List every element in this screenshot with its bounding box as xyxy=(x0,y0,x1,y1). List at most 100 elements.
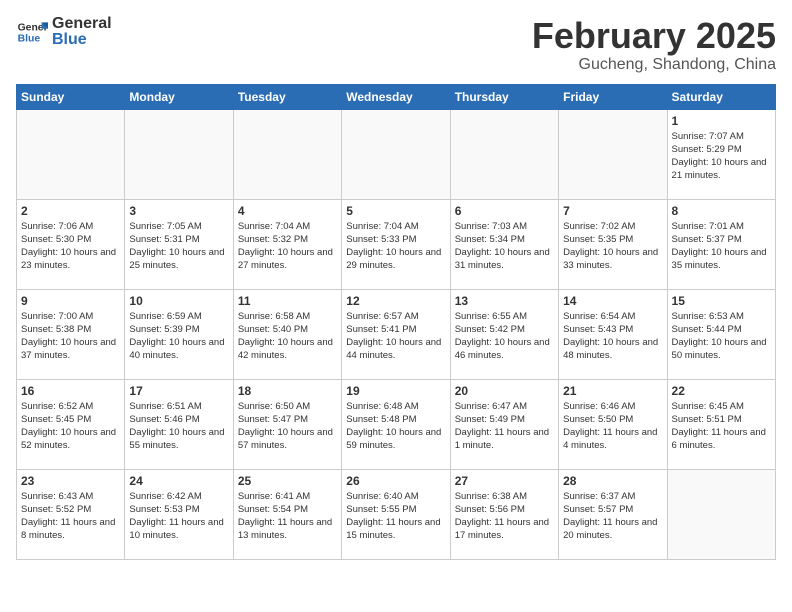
day-number: 16 xyxy=(21,384,120,398)
day-info: Sunrise: 6:52 AM Sunset: 5:45 PM Dayligh… xyxy=(21,400,120,453)
weekday-header-wednesday: Wednesday xyxy=(342,84,450,109)
calendar-cell: 11 Sunrise: 6:58 AM Sunset: 5:40 PM Dayli… xyxy=(233,289,341,379)
day-number: 6 xyxy=(455,204,554,218)
weekday-header-tuesday: Tuesday xyxy=(233,84,341,109)
day-number: 26 xyxy=(346,474,445,488)
calendar-cell: 13 Sunrise: 6:55 AM Sunset: 5:42 PM Dayli… xyxy=(450,289,558,379)
calendar-cell: 12Sunrise: 6:57 AM Sunset: 5:41 PM Dayli… xyxy=(342,289,450,379)
weekday-header-sunday: Sunday xyxy=(17,84,125,109)
calendar-cell: 20Sunrise: 6:47 AM Sunset: 5:49 PM Dayli… xyxy=(450,379,558,469)
day-number: 4 xyxy=(238,204,337,218)
day-info: Sunrise: 6:41 AM Sunset: 5:54 PM Dayligh… xyxy=(238,490,337,543)
calendar-cell: 26 Sunrise: 6:40 AM Sunset: 5:55 PM Dayli… xyxy=(342,469,450,559)
day-number: 15 xyxy=(672,294,771,308)
day-info: Sunrise: 7:03 AM Sunset: 5:34 PM Dayligh… xyxy=(455,220,554,273)
day-info: Sunrise: 6:53 AM Sunset: 5:44 PM Dayligh… xyxy=(672,310,771,363)
logo-icon: General Blue xyxy=(16,16,48,48)
calendar-cell xyxy=(233,109,341,199)
day-number: 18 xyxy=(238,384,337,398)
day-number: 19 xyxy=(346,384,445,398)
calendar-cell: 25Sunrise: 6:41 AM Sunset: 5:54 PM Dayli… xyxy=(233,469,341,559)
calendar-week-row: 1 Sunrise: 7:07 AM Sunset: 5:29 PM Daylig… xyxy=(17,109,776,199)
calendar-cell xyxy=(667,469,775,559)
calendar-cell: 2 Sunrise: 7:06 AM Sunset: 5:30 PM Daylig… xyxy=(17,199,125,289)
day-number: 12 xyxy=(346,294,445,308)
day-info: Sunrise: 6:40 AM Sunset: 5:55 PM Dayligh… xyxy=(346,490,445,543)
day-info: Sunrise: 6:50 AM Sunset: 5:47 PM Dayligh… xyxy=(238,400,337,453)
calendar-cell xyxy=(17,109,125,199)
day-info: Sunrise: 7:06 AM Sunset: 5:30 PM Dayligh… xyxy=(21,220,120,273)
calendar-cell: 1 Sunrise: 7:07 AM Sunset: 5:29 PM Daylig… xyxy=(667,109,775,199)
calendar-cell: 15 Sunrise: 6:53 AM Sunset: 5:44 PM Dayli… xyxy=(667,289,775,379)
calendar-cell: 24Sunrise: 6:42 AM Sunset: 5:53 PM Dayli… xyxy=(125,469,233,559)
day-number: 28 xyxy=(563,474,662,488)
logo-general: General xyxy=(52,16,112,32)
day-info: Sunrise: 6:51 AM Sunset: 5:46 PM Dayligh… xyxy=(129,400,228,453)
svg-text:Blue: Blue xyxy=(18,34,41,45)
calendar-cell: 17 Sunrise: 6:51 AM Sunset: 5:46 PM Dayli… xyxy=(125,379,233,469)
weekday-header-monday: Monday xyxy=(125,84,233,109)
day-number: 2 xyxy=(21,204,120,218)
location-title: Gucheng, Shandong, China xyxy=(532,56,776,74)
calendar-cell: 16 Sunrise: 6:52 AM Sunset: 5:45 PM Dayli… xyxy=(17,379,125,469)
calendar-cell: 3 Sunrise: 7:05 AM Sunset: 5:31 PM Daylig… xyxy=(125,199,233,289)
calendar-cell: 27 Sunrise: 6:38 AM Sunset: 5:56 PM Dayli… xyxy=(450,469,558,559)
day-info: Sunrise: 6:47 AM Sunset: 5:49 PM Dayligh… xyxy=(455,400,554,453)
day-info: Sunrise: 6:38 AM Sunset: 5:56 PM Dayligh… xyxy=(455,490,554,543)
day-info: Sunrise: 6:48 AM Sunset: 5:48 PM Dayligh… xyxy=(346,400,445,453)
calendar-cell: 18 Sunrise: 6:50 AM Sunset: 5:47 PM Dayli… xyxy=(233,379,341,469)
calendar-cell xyxy=(450,109,558,199)
day-number: 1 xyxy=(672,114,771,128)
day-info: Sunrise: 6:59 AM Sunset: 5:39 PM Dayligh… xyxy=(129,310,228,363)
day-number: 9 xyxy=(21,294,120,308)
day-info: Sunrise: 7:00 AM Sunset: 5:38 PM Dayligh… xyxy=(21,310,120,363)
day-number: 8 xyxy=(672,204,771,218)
calendar-cell xyxy=(559,109,667,199)
day-number: 22 xyxy=(672,384,771,398)
calendar-cell xyxy=(342,109,450,199)
day-info: Sunrise: 6:37 AM Sunset: 5:57 PM Dayligh… xyxy=(563,490,662,543)
calendar-cell: 14 Sunrise: 6:54 AM Sunset: 5:43 PM Dayli… xyxy=(559,289,667,379)
calendar-cell: 4 Sunrise: 7:04 AM Sunset: 5:32 PM Daylig… xyxy=(233,199,341,289)
day-info: Sunrise: 6:45 AM Sunset: 5:51 PM Dayligh… xyxy=(672,400,771,453)
calendar-cell: 22 Sunrise: 6:45 AM Sunset: 5:51 PM Dayli… xyxy=(667,379,775,469)
day-info: Sunrise: 7:02 AM Sunset: 5:35 PM Dayligh… xyxy=(563,220,662,273)
calendar-cell: 23Sunrise: 6:43 AM Sunset: 5:52 PM Dayli… xyxy=(17,469,125,559)
day-info: Sunrise: 6:55 AM Sunset: 5:42 PM Dayligh… xyxy=(455,310,554,363)
day-info: Sunrise: 6:58 AM Sunset: 5:40 PM Dayligh… xyxy=(238,310,337,363)
day-number: 3 xyxy=(129,204,228,218)
weekday-header-saturday: Saturday xyxy=(667,84,775,109)
day-number: 14 xyxy=(563,294,662,308)
day-info: Sunrise: 6:43 AM Sunset: 5:52 PM Dayligh… xyxy=(21,490,120,543)
day-number: 11 xyxy=(238,294,337,308)
calendar-cell: 5 Sunrise: 7:04 AM Sunset: 5:33 PM Daylig… xyxy=(342,199,450,289)
day-number: 13 xyxy=(455,294,554,308)
calendar-week-row: 23Sunrise: 6:43 AM Sunset: 5:52 PM Dayli… xyxy=(17,469,776,559)
title-area: February 2025 Gucheng, Shandong, China xyxy=(532,16,776,74)
calendar-cell: 19 Sunrise: 6:48 AM Sunset: 5:48 PM Dayli… xyxy=(342,379,450,469)
calendar-week-row: 9 Sunrise: 7:00 AM Sunset: 5:38 PM Daylig… xyxy=(17,289,776,379)
day-info: Sunrise: 6:54 AM Sunset: 5:43 PM Dayligh… xyxy=(563,310,662,363)
logo-blue: Blue xyxy=(52,32,112,48)
day-number: 21 xyxy=(563,384,662,398)
day-number: 10 xyxy=(129,294,228,308)
day-number: 5 xyxy=(346,204,445,218)
calendar-cell: 9 Sunrise: 7:00 AM Sunset: 5:38 PM Daylig… xyxy=(17,289,125,379)
day-info: Sunrise: 7:04 AM Sunset: 5:33 PM Dayligh… xyxy=(346,220,445,273)
calendar-cell: 8 Sunrise: 7:01 AM Sunset: 5:37 PM Daylig… xyxy=(667,199,775,289)
calendar-cell: 28 Sunrise: 6:37 AM Sunset: 5:57 PM Dayli… xyxy=(559,469,667,559)
month-title: February 2025 xyxy=(532,16,776,56)
calendar-cell: 10 Sunrise: 6:59 AM Sunset: 5:39 PM Dayli… xyxy=(125,289,233,379)
day-info: Sunrise: 7:05 AM Sunset: 5:31 PM Dayligh… xyxy=(129,220,228,273)
day-info: Sunrise: 7:04 AM Sunset: 5:32 PM Dayligh… xyxy=(238,220,337,273)
calendar-week-row: 16 Sunrise: 6:52 AM Sunset: 5:45 PM Dayli… xyxy=(17,379,776,469)
calendar-cell: 6 Sunrise: 7:03 AM Sunset: 5:34 PM Daylig… xyxy=(450,199,558,289)
day-info: Sunrise: 7:07 AM Sunset: 5:29 PM Dayligh… xyxy=(672,130,771,183)
day-number: 17 xyxy=(129,384,228,398)
weekday-header-friday: Friday xyxy=(559,84,667,109)
logo: General Blue General Blue xyxy=(16,16,112,48)
day-number: 27 xyxy=(455,474,554,488)
day-number: 7 xyxy=(563,204,662,218)
day-info: Sunrise: 7:01 AM Sunset: 5:37 PM Dayligh… xyxy=(672,220,771,273)
calendar-cell: 7 Sunrise: 7:02 AM Sunset: 5:35 PM Daylig… xyxy=(559,199,667,289)
